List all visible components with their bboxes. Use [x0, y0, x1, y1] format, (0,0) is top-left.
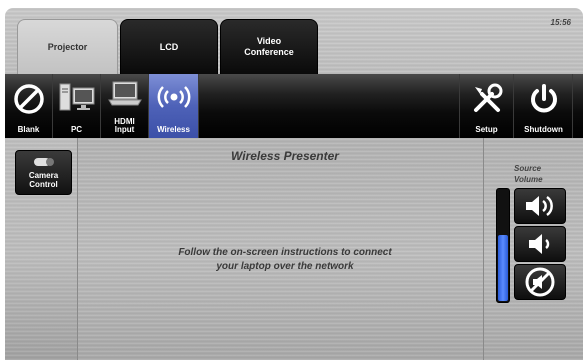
tab-lcd[interactable]: LCD: [120, 19, 218, 75]
instructions: Follow the on-screen instructions to con…: [85, 246, 485, 274]
mute-button[interactable]: [514, 264, 566, 300]
power-icon: [530, 84, 557, 113]
control-panel: Projector LCD Video Conference 15:56 Bla…: [5, 8, 583, 360]
page-title: Wireless Presenter: [231, 149, 339, 163]
tab-projector-label: Projector: [47, 42, 88, 52]
desktop-pc-icon: [59, 83, 94, 111]
tab-video-conference-label: Video Conference: [244, 36, 294, 57]
hdmi-input-label: HDMI Input: [114, 117, 135, 134]
tab-projector[interactable]: Projector: [17, 19, 118, 75]
mute-icon: [525, 267, 555, 297]
source-toolbar: Blank PC HDMI Input Wireless Setup Shutd…: [5, 74, 583, 138]
blank-label: Blank: [17, 125, 40, 134]
volume-down-button[interactable]: [514, 226, 566, 262]
pc-label: PC: [70, 125, 83, 134]
pc-button[interactable]: PC: [53, 74, 101, 138]
camera-control-button[interactable]: Camera Control: [15, 150, 72, 195]
laptop-icon: [107, 81, 142, 106]
hdmi-input-button[interactable]: HDMI Input: [101, 74, 149, 138]
tab-lcd-label: LCD: [159, 41, 179, 52]
instructions-line-1: Follow the on-screen instructions to con…: [178, 247, 392, 258]
shutdown-label: Shutdown: [524, 125, 563, 134]
shutdown-button[interactable]: Shutdown: [515, 74, 573, 138]
source-volume-label: Source Volume: [514, 164, 543, 184]
wireless-button[interactable]: Wireless: [149, 74, 199, 138]
volume-down-icon: [529, 234, 550, 254]
volume-panel: Source Volume: [483, 138, 583, 360]
volume-label: Source Volume: [514, 163, 548, 185]
tab-video-conference[interactable]: Video Conference: [220, 19, 318, 75]
setup-label: Setup: [475, 125, 498, 134]
volume-up-button[interactable]: [514, 188, 566, 224]
tools-icon: [473, 83, 502, 112]
wireless-label: Wireless: [157, 125, 190, 134]
volume-up-icon: [526, 195, 553, 217]
clock: 15:56: [550, 18, 571, 27]
left-panel: Camera Control: [5, 138, 78, 360]
no-symbol-icon: [13, 84, 44, 114]
camera-icon: [33, 158, 54, 166]
wireless-signal-icon: [157, 86, 190, 108]
camera-control-label: Camera Control: [28, 171, 59, 189]
volume-level-fill: [498, 235, 508, 301]
blank-button[interactable]: Blank: [5, 74, 53, 138]
setup-button[interactable]: Setup: [459, 74, 514, 138]
volume-level-bar: [496, 188, 510, 303]
instructions-line-2: your laptop over the network: [216, 261, 354, 272]
